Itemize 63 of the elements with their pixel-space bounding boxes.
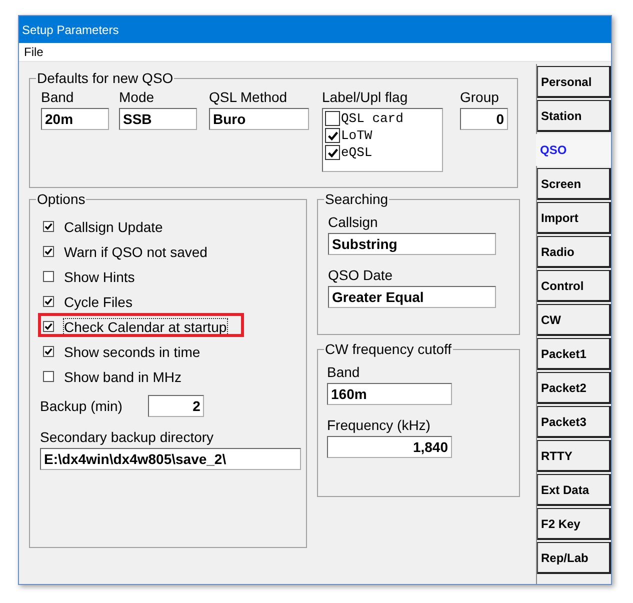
checkbox[interactable]: [325, 111, 340, 126]
tab[interactable]: Control: [537, 270, 611, 302]
checkbox-label[interactable]: Check Calendar at startup: [63, 318, 228, 336]
input-field[interactable]: 20m: [41, 108, 109, 130]
checkbox[interactable]: [43, 296, 54, 307]
checkbox[interactable]: [43, 271, 54, 282]
checkbox-label[interactable]: Cycle Files: [63, 292, 134, 310]
tab[interactable]: Ext Data: [537, 474, 611, 506]
checkbox-label[interactable]: Show seconds in time: [63, 342, 202, 360]
input-field[interactable]: 1,840: [327, 436, 452, 458]
group-title: Searching: [324, 191, 390, 207]
tab[interactable]: F2 Key: [537, 508, 611, 540]
field-label: Group: [460, 89, 500, 106]
input-field[interactable]: Substring: [328, 233, 496, 255]
list-item[interactable]: QSL card: [341, 111, 404, 126]
list-item[interactable]: LoTW: [341, 128, 372, 143]
field-label: Band: [327, 364, 361, 381]
field-label: QSL Method: [209, 89, 288, 106]
field-label: Frequency (kHz): [327, 417, 432, 434]
checkbox-label[interactable]: Show band in MHz: [63, 368, 183, 386]
menu-item[interactable]: File: [24, 45, 44, 59]
group-title: Defaults for new QSO: [36, 70, 174, 86]
tab[interactable]: Packet3: [537, 406, 611, 438]
input-field[interactable]: 160m: [327, 383, 452, 405]
group-title: CW frequency cutoff: [324, 341, 453, 357]
checkbox-label[interactable]: Warn if QSO not saved: [63, 242, 208, 260]
field-label: Backup (min): [40, 398, 122, 414]
input-field[interactable]: E:\dx4win\dx4w805\save_2\: [40, 448, 301, 470]
field-label: QSO Date: [328, 267, 394, 284]
checkbox-label[interactable]: Show Hints: [63, 268, 136, 286]
tab[interactable]: Packet2: [537, 372, 611, 404]
input-field[interactable]: Buro: [209, 108, 309, 130]
input-field[interactable]: 0: [460, 108, 508, 130]
checkbox[interactable]: [325, 145, 340, 160]
field-label: Callsign: [328, 214, 379, 231]
tab[interactable]: Packet1: [537, 338, 611, 370]
tab[interactable]: Personal: [537, 66, 611, 98]
tab[interactable]: Radio: [537, 236, 611, 268]
input-field[interactable]: Greater Equal: [328, 286, 496, 308]
checkbox[interactable]: [43, 371, 54, 382]
list-item[interactable]: eQSL: [341, 145, 372, 160]
tab[interactable]: Rep/Lab: [537, 542, 611, 574]
checklist[interactable]: QSL card LoTW eQSL: [322, 108, 443, 172]
group-title: Options: [36, 191, 86, 207]
checkbox[interactable]: [43, 346, 54, 357]
checkbox[interactable]: [43, 321, 54, 332]
field-label: Secondary backup directory: [40, 429, 215, 446]
input-field[interactable]: SSB: [119, 108, 197, 130]
input-field[interactable]: 2: [148, 395, 204, 417]
field-label: Label/Upl flag: [322, 89, 409, 106]
tab[interactable]: QSO: [536, 134, 611, 166]
field-label: Mode: [119, 89, 156, 106]
tab[interactable]: CW: [537, 304, 611, 336]
window-title: Setup Parameters: [22, 22, 119, 36]
checkbox-label[interactable]: Callsign Update: [63, 218, 164, 236]
tab[interactable]: Screen: [537, 168, 611, 200]
checkbox[interactable]: [43, 246, 54, 257]
field-label: Band: [41, 89, 75, 106]
tab[interactable]: Import: [537, 202, 611, 234]
checkbox[interactable]: [325, 128, 340, 143]
tab[interactable]: RTTY: [537, 440, 611, 472]
checkbox[interactable]: [43, 221, 54, 232]
tab[interactable]: Station: [537, 100, 611, 132]
